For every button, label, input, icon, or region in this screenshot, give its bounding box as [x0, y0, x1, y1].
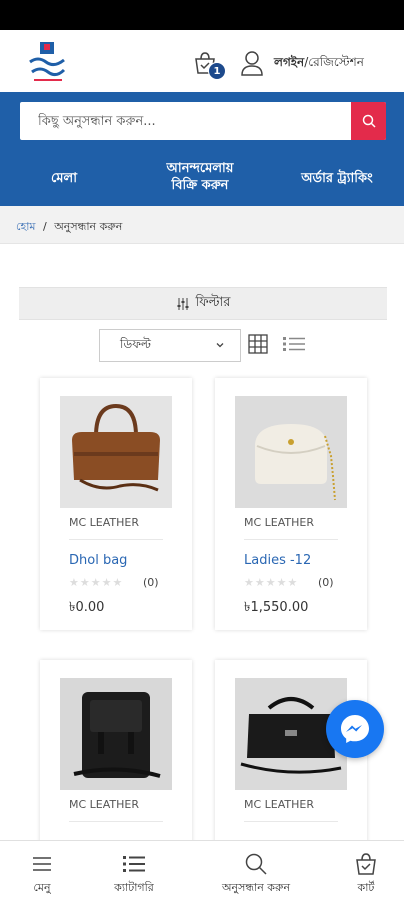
filter-label: ফিল্টার [195, 295, 231, 310]
menu-icon [33, 857, 51, 871]
bottom-nav-cart[interactable]: কার্ট [336, 841, 396, 901]
bottom-nav-menu[interactable]: মেনু [10, 841, 74, 901]
product-card[interactable]: MC LEATHER Ladies -12 ★★★★★ (0) ৳1,550.0… [215, 378, 367, 630]
bottom-navigation: মেনু ক্যাটাগরি অনুসন্ধান করুন কার্ট [0, 840, 404, 900]
filter-icon [177, 297, 189, 310]
cart-icon [356, 853, 376, 875]
filter-button[interactable]: ফিল্টার [19, 287, 387, 320]
messenger-chat-button[interactable] [326, 700, 384, 758]
search-input[interactable] [20, 102, 350, 140]
search-icon [362, 114, 376, 128]
search-button[interactable] [351, 102, 386, 140]
nav-item-mela[interactable]: মেলা [42, 170, 86, 187]
rating-stars: ★★★★★ [69, 576, 124, 589]
breadcrumb-home[interactable]: হোম [16, 220, 36, 233]
product-brand: MC LEATHER [244, 516, 315, 529]
product-card[interactable]: MC LEATHER [215, 660, 367, 860]
register-label[interactable]: /রেজিস্টেশন [304, 55, 364, 69]
status-bar [0, 0, 404, 30]
login-register-link[interactable]: লগইন/রেজিস্টেশন [274, 54, 364, 74]
product-image[interactable] [235, 396, 347, 508]
divider [244, 821, 338, 822]
messenger-icon [341, 715, 369, 743]
nav-bar: মেলা আনন্দমেলায় বিক্রি করুন অর্ডার ট্র্… [0, 92, 404, 206]
search-box [20, 102, 386, 140]
search-icon [245, 853, 267, 875]
breadcrumb-separator: / [43, 220, 47, 233]
nav-item-sell[interactable]: আনন্দমেলায় বিক্রি করুন [140, 160, 260, 194]
breadcrumb-current: অনুসন্ধান করুন [54, 220, 123, 233]
login-label[interactable]: লগইন [274, 55, 304, 69]
product-card[interactable]: MC LEATHER [40, 660, 192, 860]
grid-view-icon[interactable] [248, 334, 268, 354]
nav-item-order-tracking[interactable]: অর্ডার ট্র্যাকিং [284, 170, 390, 187]
divider [69, 821, 163, 822]
breadcrumb-trail: হোম / অনুসন্ধান করুন [16, 218, 122, 237]
bottom-nav-cart-label: কার্ট [357, 881, 375, 894]
chevron-down-icon [216, 343, 224, 348]
bottom-nav-search[interactable]: অনুসন্ধান করুন [200, 841, 312, 901]
divider [69, 539, 163, 540]
user-icon[interactable] [240, 50, 264, 76]
product-price: ৳0.00 [69, 600, 105, 615]
product-brand: MC LEATHER [69, 516, 140, 529]
nav-item-sell-line1: আনন্দমেলায় [166, 161, 234, 176]
top-header: 1 লগইন/রেজিস্টেশন [0, 30, 404, 92]
product-brand: MC LEATHER [69, 798, 140, 811]
rating-count: (0) [143, 576, 159, 589]
rating-count: (0) [318, 576, 334, 589]
bottom-nav-search-label: অনুসন্ধান করুন [221, 881, 291, 894]
list-view-icon[interactable] [282, 336, 306, 352]
bottom-nav-menu-label: মেনু [33, 881, 51, 894]
product-price: ৳1,550.00 [244, 600, 309, 615]
product-title[interactable]: Dhol bag [69, 553, 127, 568]
product-image[interactable] [60, 678, 172, 790]
cart-count-badge: 1 [208, 62, 226, 80]
product-title[interactable]: Ladies -12 [244, 553, 311, 568]
category-icon [123, 856, 145, 872]
bottom-nav-category[interactable]: ক্যাটাগরি [96, 841, 172, 901]
breadcrumb: হোম / অনুসন্ধান করুন [0, 206, 404, 244]
bottom-nav-category-label: ক্যাটাগরি [114, 881, 154, 894]
site-logo[interactable] [26, 40, 68, 84]
product-card[interactable]: MC LEATHER Dhol bag ★★★★★ (0) ৳0.00 [40, 378, 192, 630]
rating-stars: ★★★★★ [244, 576, 299, 589]
nav-item-sell-line2: বিক্রি করুন [171, 178, 229, 193]
divider [244, 539, 338, 540]
product-image[interactable] [60, 396, 172, 508]
sort-selected-value: ডিফল্ট [120, 336, 151, 351]
product-brand: MC LEATHER [244, 798, 315, 811]
sort-select[interactable]: ডিফল্ট [99, 329, 241, 362]
